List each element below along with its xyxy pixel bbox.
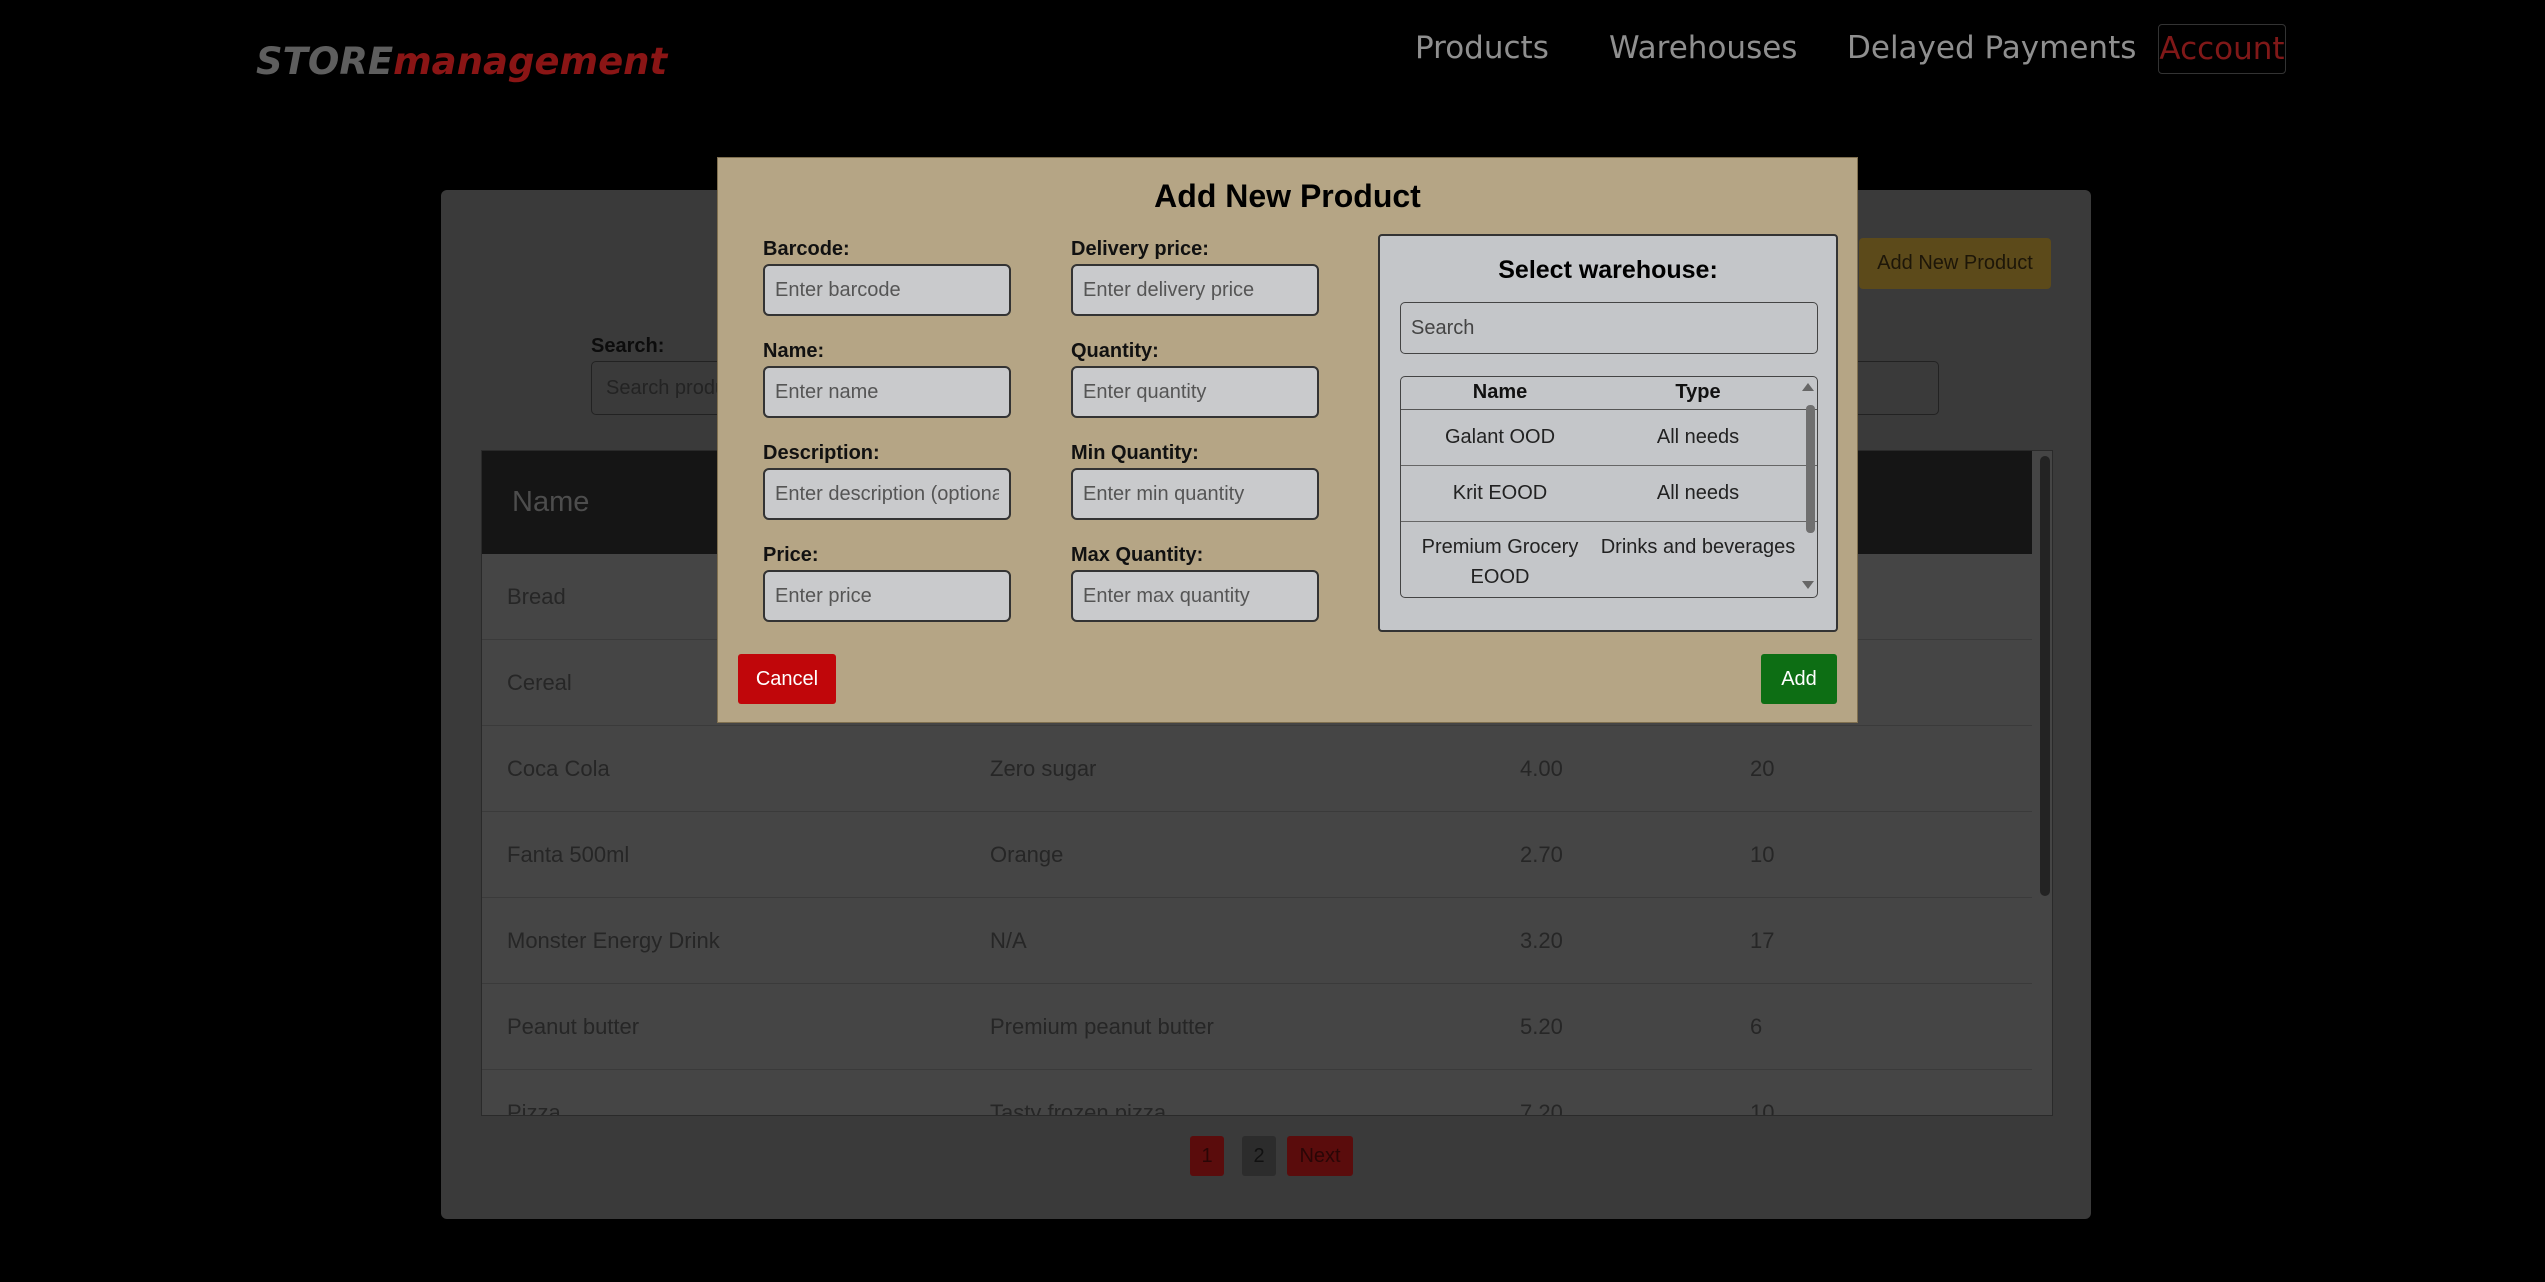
column-header-type: Type — [1675, 381, 1721, 403]
table-scrollbar[interactable] — [2040, 456, 2050, 896]
nav-delayed-payments[interactable]: Delayed Payments — [1847, 30, 2136, 66]
table-row[interactable]: Peanut butter Premium peanut butter 5.20… — [482, 984, 2032, 1070]
cell-name: Bread — [507, 584, 566, 609]
min-quantity-input[interactable] — [1071, 468, 1319, 520]
warehouse-type: Drinks and beverages — [1600, 536, 1796, 558]
scroll-down-icon[interactable] — [1802, 581, 1814, 589]
cell-quantity: 10 — [1750, 1100, 1775, 1116]
table-row[interactable]: Coca Cola Zero sugar 4.00 20 — [482, 726, 2032, 812]
cell-name: Coca Cola — [507, 756, 610, 781]
logo-management: management — [393, 40, 668, 83]
logo-store: STORE — [256, 40, 394, 83]
cell-name: Pizza — [507, 1100, 561, 1116]
warehouse-panel: Select warehouse: Name Type Galant OOD A… — [1378, 234, 1838, 632]
add-product-modal: Add New Product Barcode: Name: Descripti… — [717, 157, 1858, 723]
page-2-button[interactable]: 2 — [1242, 1136, 1276, 1176]
page-1-button[interactable]: 1 — [1190, 1136, 1224, 1176]
max-quantity-label: Max Quantity: — [1071, 544, 1204, 566]
cell-quantity: 17 — [1750, 928, 1775, 953]
add-new-product-button[interactable]: Add New Product — [1859, 238, 2051, 289]
warehouse-row[interactable]: Galant OOD All needs — [1401, 410, 1817, 466]
quantity-label: Quantity: — [1071, 340, 1159, 362]
scroll-up-icon[interactable] — [1802, 383, 1814, 391]
min-quantity-label: Min Quantity: — [1071, 442, 1199, 464]
max-quantity-input[interactable] — [1071, 570, 1319, 622]
name-input[interactable] — [763, 366, 1011, 418]
cell-quantity: 20 — [1750, 756, 1775, 781]
table-row[interactable]: Fanta 500ml Orange 2.70 10 — [482, 812, 2032, 898]
cell-quantity: 6 — [1750, 1014, 1763, 1039]
scroll-thumb[interactable] — [1806, 405, 1815, 533]
cell-name: Monster Energy Drink — [507, 928, 720, 953]
warehouse-table: Name Type Galant OOD All needs Krit EOOD… — [1400, 376, 1818, 598]
cell-description: Tasty frozen pizza — [990, 1100, 1167, 1116]
app-logo[interactable]: STOREmanagement — [256, 40, 667, 83]
description-label: Description: — [763, 442, 880, 464]
warehouse-row[interactable]: Premium Grocery EOOD Drinks and beverage… — [1401, 522, 1817, 597]
cell-price: 7.20 — [1520, 1100, 1563, 1116]
warehouse-row[interactable]: Krit EOOD All needs — [1401, 466, 1817, 522]
cell-name: Peanut butter — [507, 1014, 640, 1039]
name-label: Name: — [763, 340, 825, 362]
cancel-button[interactable]: Cancel — [738, 654, 836, 704]
delivery-price-label: Delivery price: — [1071, 238, 1209, 260]
cell-price: 5.20 — [1520, 1014, 1563, 1039]
cell-description: Orange — [990, 842, 1064, 867]
warehouse-title: Select warehouse: — [1498, 256, 1718, 284]
next-page-button[interactable]: Next — [1287, 1136, 1353, 1176]
cell-name: Fanta 500ml — [507, 842, 630, 867]
description-input[interactable] — [763, 468, 1011, 520]
search-placeholder: Search produ — [606, 376, 727, 399]
quantity-input[interactable] — [1071, 366, 1319, 418]
cell-description: Premium peanut butter — [990, 1014, 1214, 1039]
column-header-name: Name — [512, 486, 590, 518]
warehouse-name: Galant OOD — [1444, 426, 1556, 448]
warehouse-scrollbar[interactable] — [1802, 377, 1817, 597]
barcode-input[interactable] — [763, 264, 1011, 316]
cell-description: Zero sugar — [990, 756, 1097, 781]
nav-warehouses[interactable]: Warehouses — [1609, 30, 1797, 66]
cell-price: 2.70 — [1520, 842, 1563, 867]
delivery-price-input[interactable] — [1071, 264, 1319, 316]
warehouse-table-header: Name Type — [1401, 377, 1817, 410]
search-label: Search: — [591, 335, 665, 357]
nav-account[interactable]: Account — [2158, 24, 2286, 74]
price-label: Price: — [763, 544, 819, 566]
column-header-name: Name — [1472, 381, 1528, 403]
warehouse-name: Premium Grocery EOOD — [1421, 536, 1579, 588]
price-input[interactable] — [763, 570, 1011, 622]
cell-name: Cereal — [507, 670, 572, 695]
modal-title: Add New Product — [1154, 178, 1421, 214]
cell-price: 4.00 — [1520, 756, 1563, 781]
warehouse-name: Krit EOOD — [1452, 482, 1548, 504]
add-button[interactable]: Add — [1761, 654, 1837, 704]
nav-products[interactable]: Products — [1415, 30, 1549, 66]
warehouse-search-input[interactable] — [1400, 302, 1818, 354]
table-row[interactable]: Pizza Tasty frozen pizza 7.20 10 — [482, 1070, 2032, 1116]
warehouse-type: All needs — [1656, 482, 1740, 504]
table-row[interactable]: Monster Energy Drink N/A 3.20 17 — [482, 898, 2032, 984]
cell-description: N/A — [990, 928, 1027, 953]
barcode-label: Barcode: — [763, 238, 850, 260]
cell-price: 3.20 — [1520, 928, 1563, 953]
warehouse-type: All needs — [1656, 426, 1740, 448]
cell-quantity: 10 — [1750, 842, 1775, 867]
